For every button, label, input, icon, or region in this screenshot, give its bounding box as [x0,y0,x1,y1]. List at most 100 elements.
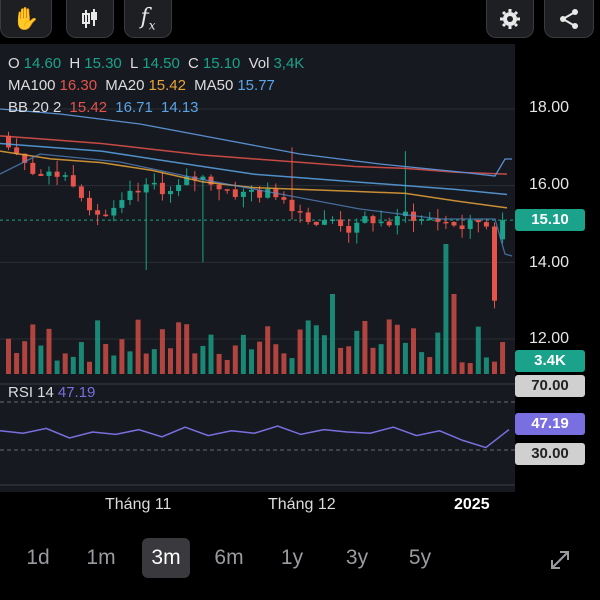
volume-bar [168,348,173,374]
volume-bar [273,344,279,374]
indicators-button[interactable]: fx [124,0,172,38]
candle-body [370,216,376,224]
candle-body [151,182,157,185]
volume-bar [46,328,52,374]
volume-bar [127,351,133,374]
candle-body [54,171,60,177]
volume-bar [354,330,360,374]
candle-body [46,171,52,176]
time-tick: Tháng 11 [105,496,172,513]
period-1m[interactable]: 1m [77,538,125,578]
volume-bar [346,346,352,374]
volume-bar [451,294,457,374]
fullscreen-button[interactable] [540,542,580,578]
current-price-tag: 15.10 [515,209,585,231]
candle-body [119,200,125,208]
candle-body [95,210,101,215]
candle-body [483,222,489,227]
volume-bar [500,342,506,374]
volume-bar [159,329,165,374]
volume-bar [370,347,376,374]
volume-bar [305,320,311,374]
volume-bar [435,332,441,374]
volume-bar [103,344,109,374]
volume-bar [443,244,449,374]
volume-bar [492,361,497,374]
candle-body [240,191,246,197]
time-tick: 2025 [454,496,490,513]
settings-button[interactable] [486,0,534,38]
rsi-line: RSI 14 47.19 [8,384,96,401]
candlestick-button[interactable] [66,0,114,38]
share-button[interactable] [544,0,594,38]
candle-body [168,191,173,195]
candle-body [443,221,449,224]
period-3m[interactable]: 3m [142,538,190,578]
volume-bar [119,339,125,374]
volume-bar [249,349,254,374]
candle-body [386,221,392,226]
price-tick: 18.00 [529,99,570,116]
candle-body [500,220,506,240]
volume-bar [14,353,20,374]
period-6m[interactable]: 6m [205,538,253,578]
ohlc-line: O 14.60 H 15.30 L 14.50 C 15.10 Vol 3,4K [8,55,305,72]
candle-body [6,135,11,148]
period-1d[interactable]: 1d [14,538,62,578]
rsi-value-tag: 47.19 [515,413,585,435]
period-3y[interactable]: 3y [333,538,381,578]
volume-bar [6,338,11,374]
volume-bar [297,329,303,374]
rsi-high-tag: 70.00 [515,375,585,397]
volume-bar [281,353,287,374]
bb-upper-line [0,108,512,177]
volume-bar [135,319,141,374]
candle-body [159,182,165,195]
candle-body [70,175,76,187]
candle-body [265,189,271,198]
candle-body [30,162,36,174]
volume-bar [62,353,68,374]
period-5y[interactable]: 5y [396,538,444,578]
volume-bar [483,357,489,374]
volume-tag: 3.4K [515,350,585,372]
gesture-button[interactable]: ✋ [0,0,52,38]
candle-body [216,184,222,190]
candle-body [378,221,384,224]
period-1y[interactable]: 1y [268,538,316,578]
ma-line-ma100 [0,135,508,175]
candle-body [330,219,335,221]
candle-body [451,222,457,226]
candle-body [38,173,44,176]
volume-bar [224,359,230,374]
volume-bar [111,355,117,374]
volume-bar [467,363,473,374]
candle-body [103,214,109,217]
ma-line: MA100 16.30 MA20 15.42 MA50 15.77 [8,77,275,94]
candle-body [289,199,295,212]
volume-bar [216,353,222,374]
volume-bar [330,294,335,374]
ma-line-ma20 [0,150,508,209]
gear-icon [500,8,520,29]
volume-bar [87,361,92,374]
candle-body [62,175,68,177]
time-tick: Tháng 12 [268,496,336,513]
volume-bar [411,328,416,374]
candle-body [135,190,141,193]
volume-bar [176,322,182,374]
candle-body [475,220,481,223]
volume-bar [459,362,465,374]
candle-body [346,226,352,233]
candle-body [419,219,425,221]
candle-body [143,184,149,193]
share-icon [560,8,578,29]
price-tick: 14.00 [529,254,570,271]
volume-bar [394,324,400,374]
candle-body [127,190,133,201]
volume-bar [402,342,408,374]
volume-bar [192,353,198,374]
candlestick-icon [82,8,97,28]
volume-bar [313,325,319,374]
candle-body [354,222,360,233]
